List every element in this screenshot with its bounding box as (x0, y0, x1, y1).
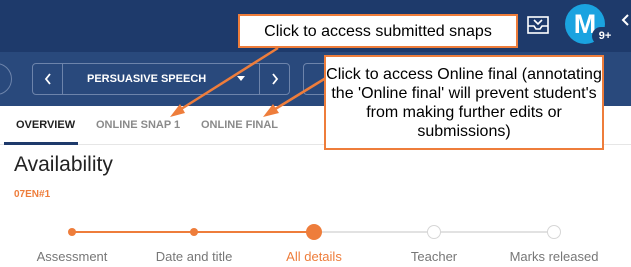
step-label-date-and-title: Date and title (155, 249, 233, 264)
assessment-dropdown-label: PERSUASIVE SPEECH (87, 73, 207, 85)
chevron-left-icon (44, 73, 51, 85)
step-dot-date-and-title (190, 228, 198, 236)
step-label-assessment: Assessment (36, 249, 108, 264)
notification-badge: 9+ (592, 27, 618, 45)
previous-assessment-button[interactable] (33, 64, 63, 94)
inbox-icon[interactable] (523, 12, 553, 38)
step-dot-teacher (427, 225, 441, 239)
annotation-callout-snaps: Click to access submitted snaps (238, 14, 518, 48)
tab-overview[interactable]: OVERVIEW (16, 119, 75, 131)
step-label-all-details: All details (286, 249, 342, 264)
class-code: 07EN#1 (14, 189, 51, 200)
step-dot-assessment (68, 228, 76, 236)
progress-stepper: Assessment Date and title All details Te… (0, 222, 631, 267)
chevron-left-icon[interactable] (618, 10, 631, 30)
next-assessment-button[interactable] (259, 64, 289, 94)
step-label-teacher: Teacher (410, 249, 458, 264)
caret-down-icon (237, 76, 245, 81)
step-dot-marks-released (547, 225, 561, 239)
tab-online-final[interactable]: ONLINE FINAL (201, 119, 278, 131)
nav-control-left[interactable] (0, 63, 12, 95)
active-tab-indicator (4, 142, 78, 145)
tab-online-snap-1[interactable]: ONLINE SNAP 1 (96, 119, 180, 131)
page-title: Availability (14, 153, 113, 176)
annotation-callout-final: Click to access Online final (annotating… (324, 55, 604, 150)
step-dot-all-details (306, 224, 322, 240)
chevron-right-icon (271, 73, 278, 85)
step-label-marks-released: Marks released (509, 249, 599, 264)
assessment-dropdown[interactable]: PERSUASIVE SPEECH (63, 73, 259, 85)
assessment-selector[interactable]: PERSUASIVE SPEECH (32, 63, 290, 95)
